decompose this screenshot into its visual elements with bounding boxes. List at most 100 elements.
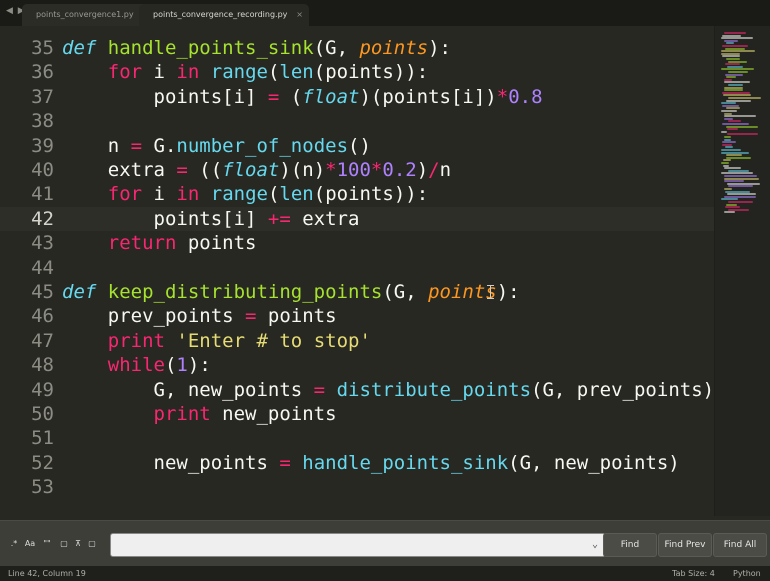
code-line[interactable]: 39 n = G.number_of_nodes() [0, 134, 714, 158]
code-text: for i in range(len(points)): [62, 182, 428, 206]
code-line[interactable]: 43 return points [0, 231, 714, 255]
code-token: ): [428, 37, 451, 59]
code-token: extra [62, 159, 177, 181]
code-line[interactable]: 37 points[i] = (float)(points[i])*0.8 [0, 85, 714, 109]
minimap[interactable] [714, 26, 770, 516]
code-token: )(points[i]) [359, 85, 497, 108]
reverse-direction-toggle[interactable]: ▢ [58, 537, 70, 551]
tab-points-convergence-recording[interactable]: points_convergence_recording.py × [139, 4, 309, 26]
code-line[interactable]: 41 for i in range(len(points)): [0, 182, 714, 206]
minimap-line [721, 149, 741, 151]
in-selection-toggle[interactable]: ▢ [86, 537, 98, 551]
code-line[interactable]: 46 prev_points = points [0, 304, 714, 328]
line-number: 37 [31, 85, 54, 108]
close-icon[interactable]: × [296, 4, 303, 26]
code-line[interactable]: 53 [0, 475, 714, 499]
code-text: return points [62, 231, 257, 255]
find-button[interactable]: Find [603, 533, 657, 557]
code-token: )(n) [279, 159, 326, 181]
code-line[interactable]: 35 def handle_points_sink(G, points): [0, 36, 714, 60]
minimap-line [726, 76, 736, 79]
minimap-line [721, 50, 755, 53]
code-token: = [176, 159, 188, 181]
minimap-line [721, 37, 753, 40]
code-token: = [267, 85, 280, 108]
code-token: 0.2 [382, 159, 417, 181]
code-text: prev_points = points [62, 304, 337, 328]
minimap-line [724, 32, 746, 34]
code-line[interactable]: 49 G, new_points = distribute_points(G, … [0, 378, 714, 402]
code-line[interactable]: 50 print new_points [0, 402, 714, 426]
code-token: for [107, 183, 143, 206]
code-token: extra [290, 207, 360, 230]
whole-word-toggle[interactable]: "" [40, 537, 54, 551]
line-number: 50 [31, 403, 54, 425]
code-token: points [359, 37, 429, 59]
line-number: 52 [31, 451, 54, 474]
minimap-line [724, 188, 732, 190]
code-text: print new_points [62, 402, 337, 426]
wrap-toggle[interactable]: ⊼ [72, 537, 84, 551]
line-number: 51 [31, 427, 54, 450]
code-token: G. [142, 134, 177, 157]
code-line[interactable]: 44 [0, 256, 714, 280]
code-token: ( [164, 354, 177, 377]
code-text: extra = ((float)(n)*100*0.2)/n [62, 158, 451, 182]
code-line[interactable]: 47 print 'Enter # to stop' [0, 329, 714, 353]
find-all-button[interactable]: Find All [713, 533, 767, 557]
line-number: 48 [31, 354, 54, 377]
code-line[interactable]: 48 while(1): [0, 353, 714, 377]
minimap-line [721, 102, 736, 105]
code-editor[interactable]: 35 def handle_points_sink(G, points): 36 f… [0, 26, 714, 516]
code-token: print [107, 329, 165, 352]
code-line[interactable]: 52 new_points = handle_points_sink(G, ne… [0, 451, 714, 475]
find-input[interactable] [110, 533, 606, 557]
code-token: (G, [382, 281, 429, 303]
code-token: range [210, 61, 268, 84]
syntax-selector[interactable]: Python [733, 566, 761, 581]
line-number: 53 [31, 476, 54, 499]
regex-toggle[interactable]: .* [8, 537, 20, 551]
line-number: 45 [31, 281, 54, 303]
code-token: ) [416, 159, 429, 181]
line-number: 44 [31, 256, 54, 279]
code-token: for [107, 61, 143, 84]
code-token: points[i] [62, 207, 268, 230]
code-token: print [153, 403, 211, 425]
code-token: (G, new_points) [508, 451, 680, 474]
code-token: * [370, 159, 383, 181]
minimap-line [727, 133, 758, 136]
code-text: G, new_points = distribute_points(G, pre… [62, 378, 715, 402]
minimap-line [724, 175, 757, 177]
code-line[interactable]: 51 [0, 426, 714, 450]
line-number: 43 [31, 232, 54, 255]
minimap-line [724, 167, 741, 170]
find-panel: .* Aa "" ▢ ⊼ ▢ ⌄ Find Find Prev Find All [0, 520, 770, 567]
code-token: ( [279, 85, 303, 108]
find-prev-button[interactable]: Find Prev [658, 533, 712, 557]
tab-size-setting[interactable]: Tab Size: 4 [672, 566, 715, 581]
code-line[interactable]: 38 [0, 109, 714, 133]
code-token: range [210, 183, 268, 206]
code-text: def handle_points_sink(G, points): [62, 36, 451, 60]
code-token: = [130, 134, 143, 157]
minimap-line [722, 45, 748, 47]
code-line[interactable]: 42 points[i] += extra [0, 206, 714, 231]
code-token: n [439, 159, 452, 181]
code-token: 0.8 [508, 85, 543, 108]
code-token: n [62, 134, 131, 157]
code-line[interactable]: 36 for i in range(len(points)): [0, 60, 714, 84]
line-number: 40 [31, 159, 54, 181]
line-number: 38 [31, 110, 54, 133]
code-token: def [62, 37, 97, 59]
code-line[interactable]: 40 extra = ((float)(n)*100*0.2)/n [0, 158, 714, 182]
code-token: points[i] [62, 85, 268, 108]
code-line[interactable]: 45 def keep_distributing_points(G, points… [0, 280, 714, 304]
case-sensitive-toggle[interactable]: Aa [22, 537, 38, 551]
